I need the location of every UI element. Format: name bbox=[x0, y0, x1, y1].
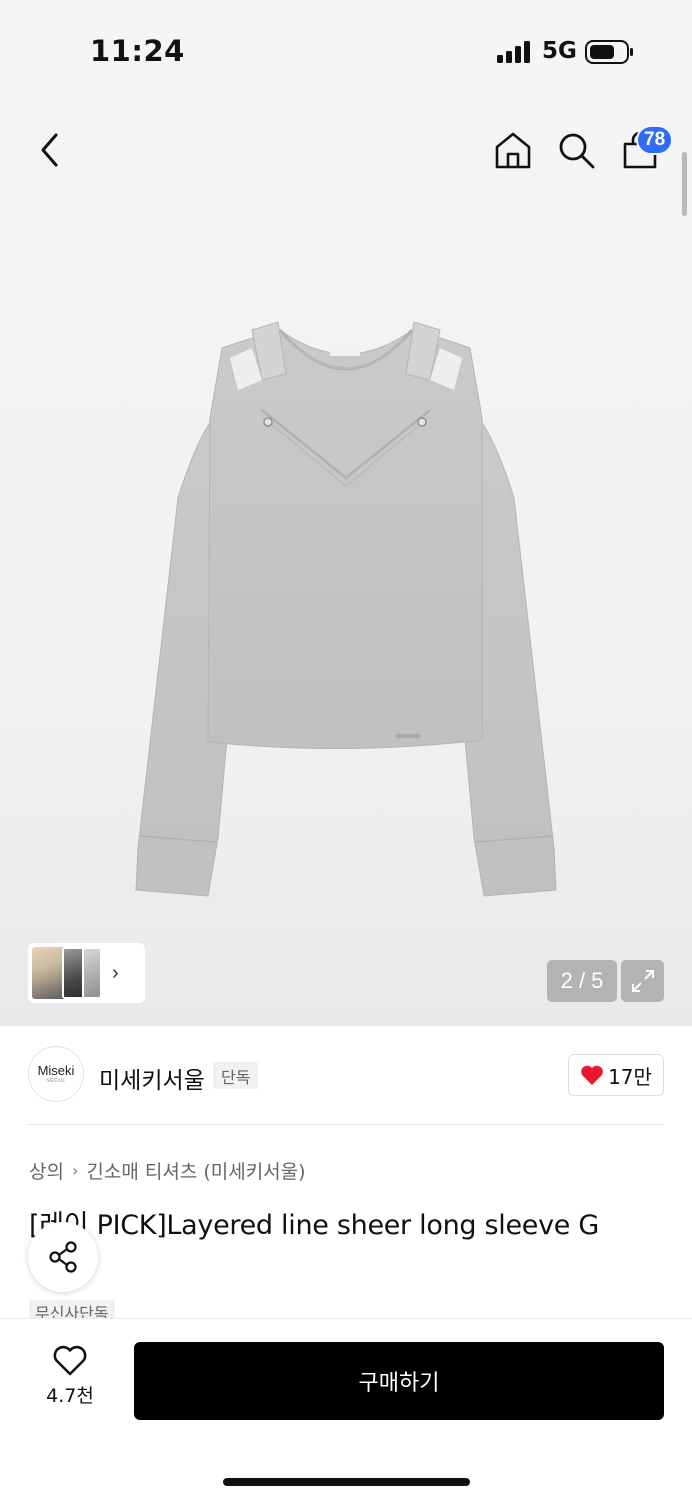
brand-row: Miseki SEOUL 미세키서울 단독 17만 bbox=[0, 1026, 692, 1126]
divider bbox=[28, 1124, 664, 1125]
heart-outline-icon bbox=[53, 1345, 87, 1376]
wishlist-count: 4.7천 bbox=[46, 1385, 94, 1407]
battery-icon bbox=[585, 40, 633, 64]
product-gallery[interactable]: 11:24 5G 78 › 2 / 5 bbox=[0, 0, 692, 1026]
search-icon bbox=[559, 133, 595, 169]
brand-logo-subtext: SEOUL bbox=[46, 1077, 66, 1084]
back-button[interactable] bbox=[28, 126, 72, 174]
share-button[interactable] bbox=[28, 1222, 98, 1292]
exclusive-badge: 단독 bbox=[213, 1062, 259, 1089]
share-icon bbox=[49, 1241, 77, 1273]
signal-icon bbox=[497, 41, 530, 63]
brand-logo[interactable]: Miseki SEOUL bbox=[28, 1046, 84, 1102]
home-icon bbox=[495, 132, 531, 169]
brand-name[interactable]: 미세키서울 bbox=[99, 1061, 205, 1095]
status-time: 11:24 bbox=[90, 34, 185, 68]
chevron-right-icon[interactable]: › bbox=[112, 962, 119, 985]
breadcrumb: 상의 › 긴소매 티셔츠 (미세키서울) bbox=[29, 1157, 306, 1184]
breadcrumb-item[interactable]: 상의 bbox=[29, 1157, 64, 1184]
status-bar: 11:24 5G bbox=[0, 0, 692, 100]
wishlist-button[interactable]: 4.7천 bbox=[28, 1345, 112, 1415]
product-image[interactable] bbox=[130, 318, 562, 902]
breadcrumb-item[interactable]: 긴소매 티셔츠 (미세키서울) bbox=[86, 1157, 305, 1184]
brand-like-count: 17만 bbox=[608, 1064, 652, 1089]
image-page-counter: 2 / 5 bbox=[547, 960, 617, 1002]
scrollbar[interactable] bbox=[682, 152, 687, 216]
chevron-right-icon: › bbox=[71, 1161, 79, 1180]
product-title: [레이 PICK]Layered line sheer long sleeve … bbox=[29, 1210, 599, 1241]
buy-button[interactable]: 구매하기 bbox=[134, 1342, 664, 1420]
search-button[interactable] bbox=[553, 126, 599, 174]
brand-logo-text: Miseki bbox=[37, 1062, 75, 1078]
fullscreen-button[interactable] bbox=[621, 960, 664, 1002]
thumbnail-image[interactable] bbox=[82, 947, 102, 999]
home-indicator bbox=[223, 1478, 470, 1486]
bottom-action-bar: 4.7천 구매하기 bbox=[0, 1318, 692, 1500]
top-navigation bbox=[0, 110, 692, 190]
home-button[interactable] bbox=[490, 126, 536, 174]
brand-like-button[interactable]: 17만 bbox=[568, 1054, 664, 1096]
cart-count-badge: 78 bbox=[636, 125, 674, 155]
heart-filled-icon bbox=[581, 1065, 603, 1085]
thumbnail-strip[interactable]: › bbox=[28, 943, 145, 1003]
chevron-left-icon bbox=[41, 133, 58, 167]
expand-icon bbox=[631, 970, 654, 992]
network-type: 5G bbox=[542, 38, 577, 64]
